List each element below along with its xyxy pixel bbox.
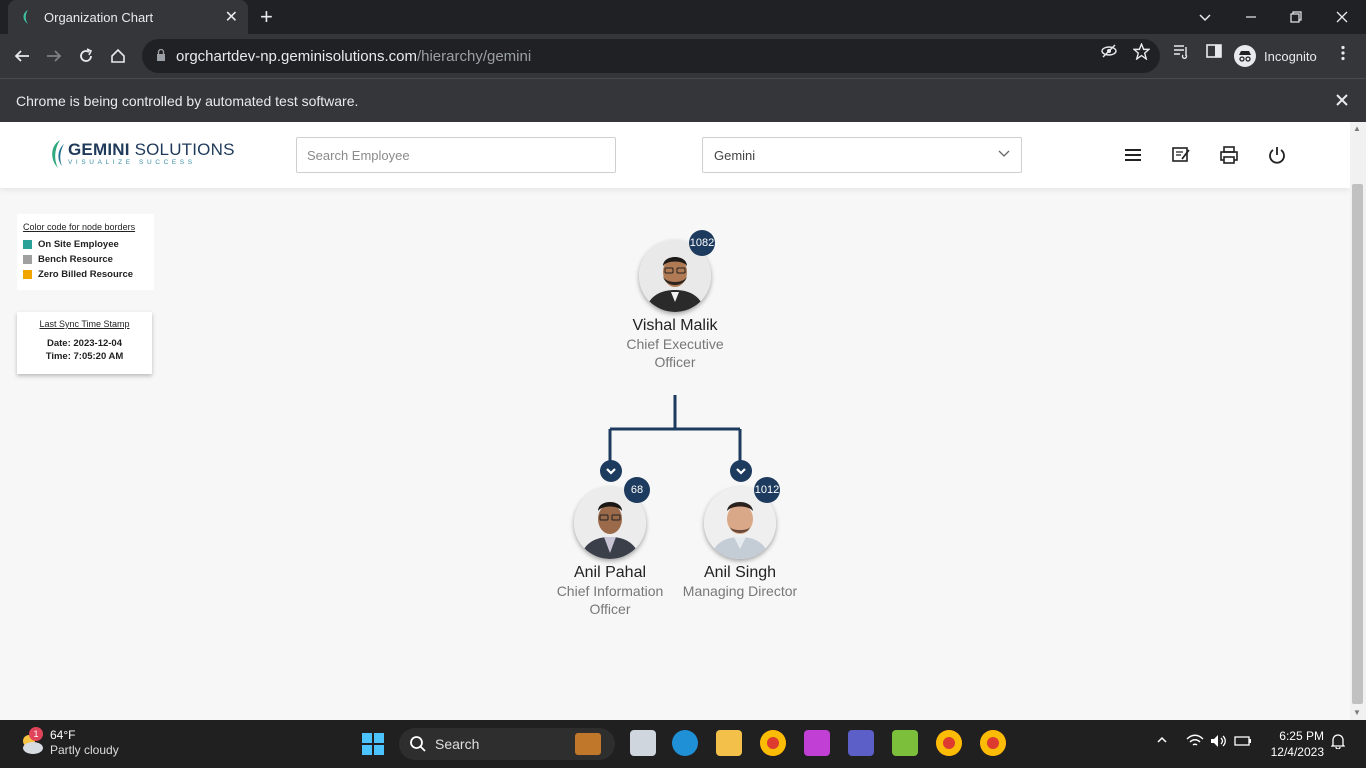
edge-browser-icon[interactable]	[672, 730, 698, 756]
task-view-icon[interactable]	[630, 730, 656, 756]
intellij-icon[interactable]	[804, 730, 830, 756]
reload-icon[interactable]	[74, 44, 98, 68]
org-connector-lines	[608, 395, 742, 462]
url-host: orgchartdev-np.geminisolutions.com	[176, 47, 417, 65]
chrome-icon[interactable]	[760, 730, 786, 756]
forward-arrow-icon[interactable]	[42, 44, 66, 68]
wifi-icon[interactable]	[1186, 734, 1204, 751]
back-arrow-icon[interactable]	[10, 44, 34, 68]
tray-overflow-chevron-icon[interactable]	[1156, 734, 1168, 749]
teams-icon[interactable]	[848, 730, 874, 756]
search-highlight-icon	[575, 733, 601, 755]
weather-badge: 1	[29, 727, 43, 741]
incognito-icon	[1234, 45, 1256, 67]
report-count-badge: 1082	[689, 230, 715, 256]
taskbar-search[interactable]: Search	[399, 728, 615, 760]
node-role: Chief Executive	[626, 336, 724, 352]
weather-temp: 64°F	[50, 728, 76, 742]
tab-title: Organization Chart	[44, 9, 154, 25]
system-clock[interactable]: 6:25 PM 12/4/2023	[1264, 728, 1324, 760]
notification-bell-icon[interactable]	[1330, 733, 1346, 752]
lock-icon[interactable]	[156, 48, 166, 64]
weather-desc: Partly cloudy	[50, 743, 119, 757]
address-bar[interactable]: orgchartdev-np.geminisolutions.com/hiera…	[142, 39, 1160, 73]
new-tab-button[interactable]: +	[260, 5, 273, 29]
report-count-badge: 68	[624, 477, 650, 503]
expand-chevron-icon[interactable]	[600, 460, 622, 482]
browser-tab[interactable]: Organization Chart ✕	[8, 0, 248, 34]
side-panel-icon[interactable]	[1206, 43, 1222, 63]
node-role: Officer	[654, 354, 696, 370]
incognito-profile-button[interactable]: Incognito	[1234, 43, 1317, 69]
notepad-plus-plus-icon[interactable]	[892, 730, 918, 756]
clock-time: 6:25 PM	[1279, 729, 1324, 743]
scroll-down-arrow-icon[interactable]: ▼	[1353, 708, 1361, 717]
gemini-favicon-icon	[18, 9, 34, 25]
node-name: Vishal Malik	[632, 317, 718, 334]
taskbar-search-label: Search	[435, 736, 480, 752]
browser-tab-strip: Organization Chart ✕ +	[0, 0, 1366, 34]
browser-toolbar: orgchartdev-np.geminisolutions.com/hiera…	[0, 34, 1366, 78]
node-role: Managing Director	[682, 583, 798, 599]
automation-infobar: Chrome is being controlled by automated …	[0, 78, 1366, 122]
windows-start-icon[interactable]	[361, 732, 385, 756]
url-path: /hierarchy/gemini	[416, 47, 532, 65]
bookmark-star-icon[interactable]	[1132, 42, 1151, 64]
search-icon	[410, 736, 426, 752]
file-explorer-icon[interactable]	[716, 730, 742, 756]
node-name: Anil Singh	[703, 564, 777, 581]
chrome-active-icon[interactable]	[980, 730, 1006, 756]
eye-off-icon[interactable]	[1101, 43, 1117, 63]
expand-chevron-icon[interactable]	[730, 460, 752, 482]
volume-icon[interactable]	[1210, 734, 1228, 751]
scroll-up-arrow-icon[interactable]: ▲	[1353, 124, 1361, 133]
infobar-text: Chrome is being controlled by automated …	[16, 92, 359, 109]
node-role: Officer	[589, 601, 631, 617]
windows-taskbar: 1 64°F Partly cloudy Search 6:25 PM 12/4…	[0, 720, 1366, 768]
kebab-menu-icon[interactable]	[1340, 45, 1346, 65]
home-icon[interactable]	[106, 44, 130, 68]
window-close-icon[interactable]	[1336, 0, 1348, 34]
page-scrollbar[interactable]: ▲ ▼	[1350, 122, 1366, 720]
minimize-icon[interactable]	[1245, 0, 1257, 34]
profile-label: Incognito	[1264, 48, 1317, 64]
report-count-badge: 1012	[754, 477, 780, 503]
weather-cloud-icon: 1	[18, 727, 46, 757]
chrome-icon[interactable]	[936, 730, 962, 756]
reading-list-icon[interactable]	[1173, 43, 1189, 63]
page-content: GEMINI SOLUTIONS VISUALIZE SUCCESS Gemin…	[0, 122, 1350, 720]
clock-date: 12/4/2023	[1270, 745, 1324, 759]
scrollbar-thumb[interactable]	[1352, 184, 1363, 704]
battery-icon[interactable]	[1234, 734, 1252, 751]
infobar-close-icon[interactable]	[1336, 90, 1348, 111]
tab-search-chevron-icon[interactable]	[1198, 0, 1212, 34]
tab-close-icon[interactable]: ✕	[225, 7, 238, 27]
weather-widget[interactable]: 1 64°F Partly cloudy	[18, 727, 119, 758]
restore-icon[interactable]	[1290, 0, 1302, 34]
